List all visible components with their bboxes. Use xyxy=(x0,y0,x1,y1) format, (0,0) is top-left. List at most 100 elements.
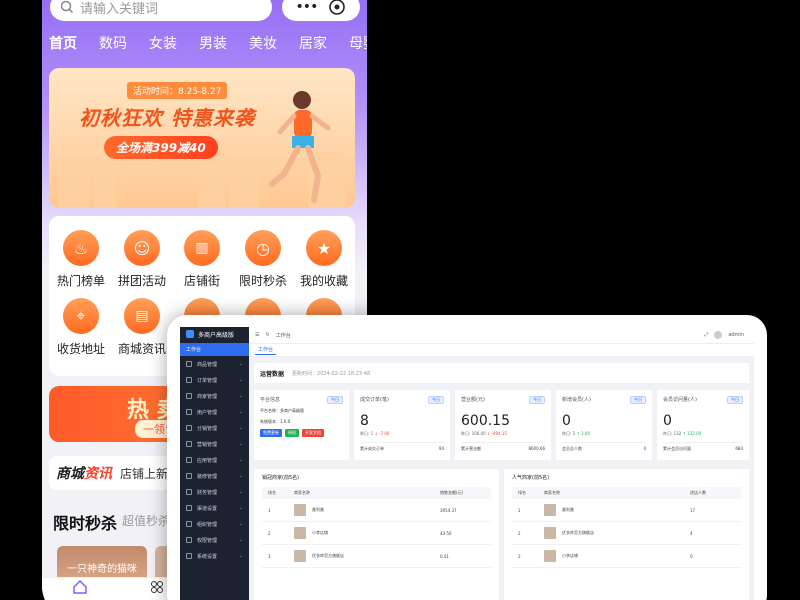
sidebar-item[interactable]: 应用管理 xyxy=(180,452,249,468)
stat-card: 新增会员(人) 今日 0 昨日: 2 ↑ 2.00 会员总人数 0 xyxy=(556,390,652,460)
topbar-right: ⤢ admin xyxy=(704,331,744,339)
stat-compare: 昨日: 1 ↓ -7.00 xyxy=(360,431,444,437)
platform-version: 系统版本：1.0.0 xyxy=(260,419,291,424)
stat-value: 600.15 xyxy=(461,413,510,429)
category-tab[interactable]: 数码 xyxy=(99,33,127,59)
menu-label: 限时秒杀 xyxy=(238,274,287,288)
col-rank: 排名 xyxy=(268,490,276,495)
sidebar-item[interactable]: 权限管理 xyxy=(180,532,249,548)
admin-main: ☰ ↻ 工作台 ⤢ admin 工作台 运营数据 更新时间：2024-02-22… xyxy=(249,327,754,600)
avatar[interactable] xyxy=(714,331,723,339)
menu-item-news[interactable]: ▤ 商城资讯 xyxy=(112,298,172,357)
category-icon[interactable] xyxy=(150,580,164,594)
stat-compare: 昨日: 132 ↑ 132.00 xyxy=(663,431,743,437)
merchant-thumbnail xyxy=(294,504,306,516)
table-header: 排名 商家名称 进店人数 xyxy=(512,487,741,499)
logo-icon xyxy=(186,330,194,338)
stat-compare: 昨日: 2 ↑ 2.00 xyxy=(562,431,646,437)
merchant-name: 美利美 xyxy=(562,507,574,512)
category-tab[interactable]: 男装 xyxy=(199,33,227,59)
menu-item-group[interactable]: ☺ 拼团活动 xyxy=(112,230,172,289)
merchant-thumbnail xyxy=(294,527,306,539)
sidebar-item[interactable]: 用户管理 xyxy=(180,404,249,420)
merchant-cell: 小李店铺 xyxy=(294,527,440,539)
col-rank: 排名 xyxy=(518,490,526,495)
user-icon: ☺ xyxy=(124,230,160,266)
dev-docs-button[interactable]: 开发文档 xyxy=(302,429,324,437)
news-logo-b: 资讯 xyxy=(84,466,112,482)
admin-topbar: ☰ ↻ 工作台 ⤢ admin xyxy=(249,327,754,343)
menu-label: 商城资讯 xyxy=(117,342,166,356)
license-button[interactable]: 授权 xyxy=(285,429,299,437)
home-icon[interactable] xyxy=(72,580,88,594)
table-row: 3 优衣库官方旗舰店 0.01 xyxy=(262,545,491,568)
sidebar-item[interactable]: 分销管理 xyxy=(180,420,249,436)
sidebar-item-label: 订单管理 xyxy=(197,377,218,384)
stat-change: ↑ 132.00 xyxy=(682,431,702,436)
popular-rank-panel: 人气商家(前5名) 排名 商家名称 进店人数 1 美利美 17 2 优衣库官方旗舰店 4… xyxy=(504,469,749,600)
category-tab[interactable]: 首页 xyxy=(49,33,77,59)
menu-item-favorites[interactable]: ★ 我的收藏 xyxy=(294,230,354,289)
stat-footer-value: 94 xyxy=(438,446,444,451)
sidebar-item-label: 工作台 xyxy=(186,347,202,353)
promo-date: 活动时间：8.25-8.27 xyxy=(127,82,228,99)
promo-banner[interactable]: 活动时间：8.25-8.27 初秋狂欢 特惠来袭 全场满399减40 xyxy=(49,68,355,208)
sidebar-item-label: 应用管理 xyxy=(197,457,218,464)
sidebar-item[interactable]: 营销管理 xyxy=(180,436,249,452)
menu-item-street[interactable]: ▥ 店铺街 xyxy=(172,230,232,289)
menu-item-hot[interactable]: ♨ 热门榜单 xyxy=(51,230,111,289)
category-tab[interactable]: 母婴 xyxy=(349,33,367,59)
collapse-menu-icon[interactable]: ☰ xyxy=(255,332,259,338)
table-row: 2 小李店铺 43.50 xyxy=(262,522,491,545)
platform-buttons: 免费更新 授权 开发文档 xyxy=(260,429,343,437)
amount-cell: 3954.37 xyxy=(440,507,457,513)
menu-label: 我的收藏 xyxy=(299,274,348,288)
sidebar-item[interactable]: 财务管理 xyxy=(180,484,249,500)
merchant-thumbnail xyxy=(544,504,556,516)
stat-change: ↓ -494.15 xyxy=(486,431,507,436)
sidebar-item[interactable]: 订单管理 xyxy=(180,372,249,388)
platform-info-card: 平台信息 今日 平台名称：多商户高级版 系统版本：1.0.0 免费更新 授权 开… xyxy=(254,390,349,460)
search-bar[interactable]: 请输入关键词 xyxy=(50,0,272,21)
stat-yesterday: 昨日: 132 xyxy=(663,431,682,436)
sidebar-item[interactable]: 渠道设置 xyxy=(180,500,249,516)
tab-workbench[interactable]: 工作台 xyxy=(255,345,277,355)
close-miniapp-icon[interactable] xyxy=(328,0,346,16)
refresh-icon[interactable]: ↻ xyxy=(265,332,269,338)
merchant-thumbnail xyxy=(544,550,556,562)
sidebar-item-workbench[interactable]: 工作台 xyxy=(180,343,249,356)
merchant-thumbnail xyxy=(294,550,306,562)
menu-label: 拼团活动 xyxy=(117,274,166,288)
sales-rank-panel: 销冠商家(前5名) 排名 商家名称 销售金额(元) 1 美利美 3954.37 2 小… xyxy=(254,469,499,600)
today-tag: 今日 xyxy=(327,396,343,404)
sidebar-item[interactable]: 系统设置 xyxy=(180,548,249,564)
merchant-name: 小李店铺 xyxy=(562,553,578,558)
rank-cell: 2 xyxy=(518,530,521,536)
more-icon[interactable]: ••• xyxy=(296,0,319,15)
stat-footer-value: 8600.66 xyxy=(528,446,545,451)
col-merchant: 商家名称 xyxy=(294,490,310,495)
menu-item-flash[interactable]: ◷ 限时秒杀 xyxy=(233,230,293,289)
username[interactable]: admin xyxy=(728,332,744,338)
fullscreen-icon[interactable]: ⤢ xyxy=(704,332,708,338)
menu-item-address[interactable]: ⌖ 收货地址 xyxy=(51,298,111,357)
visitors-cell: 17 xyxy=(690,507,696,513)
category-tab[interactable]: 女装 xyxy=(149,33,177,59)
rank-cell: 2 xyxy=(268,530,271,536)
free-update-button[interactable]: 免费更新 xyxy=(260,429,282,437)
admin-brand: 多商户高级版 xyxy=(180,327,249,341)
sidebar-item[interactable]: 商品管理 xyxy=(180,356,249,372)
category-tab[interactable]: 居家 xyxy=(299,33,327,59)
col-merchant: 商家名称 xyxy=(544,490,560,495)
miniapp-capsule[interactable]: ••• xyxy=(282,0,360,21)
sidebar-item[interactable]: 组织管理 xyxy=(180,516,249,532)
sidebar-item-label: 系统设置 xyxy=(197,553,218,560)
flash-sale-title: 限时秒杀 xyxy=(53,514,118,533)
product-name: 一只神奇的猫咪 xyxy=(67,564,137,575)
stat-footer-value: 684 xyxy=(735,446,743,451)
amount-cell: 0.01 xyxy=(440,553,449,559)
stat-value: 0 xyxy=(562,413,571,429)
category-tab[interactable]: 美妆 xyxy=(249,33,277,59)
sidebar-item[interactable]: 装修管理 xyxy=(180,468,249,484)
sidebar-item[interactable]: 商家管理 xyxy=(180,388,249,404)
